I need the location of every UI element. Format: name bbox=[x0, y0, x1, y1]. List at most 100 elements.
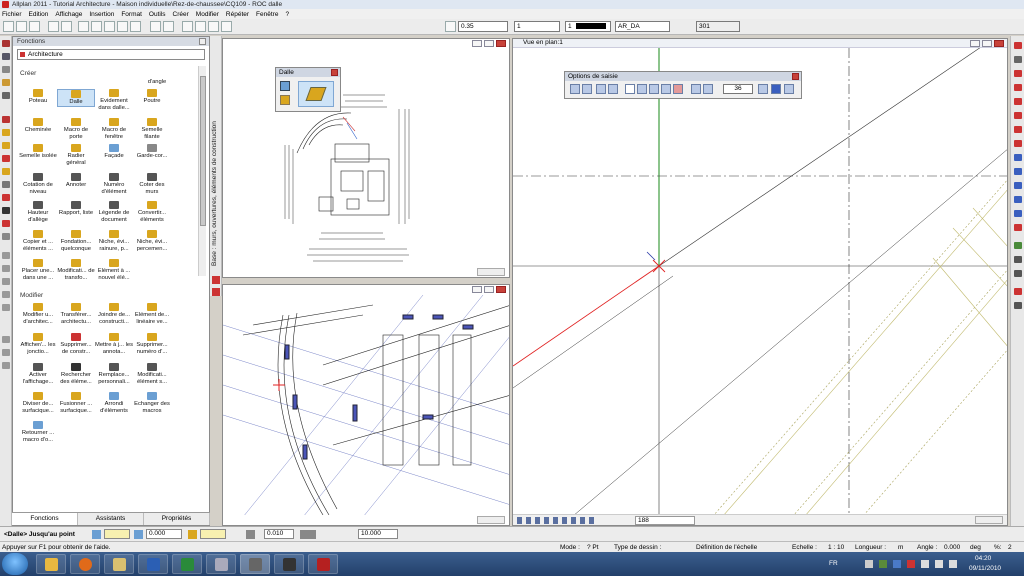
right-tool-2-icon[interactable] bbox=[1014, 56, 1022, 63]
object-manager-icon[interactable] bbox=[208, 21, 219, 32]
taskbar-acrobat[interactable] bbox=[308, 554, 338, 574]
tool-c-icon[interactable] bbox=[2, 362, 10, 369]
function-remplacer[interactable]: Remplace... personnali... bbox=[95, 363, 133, 386]
paste-icon[interactable] bbox=[104, 21, 115, 32]
function-echanger-macros[interactable]: Echanger des macros bbox=[133, 392, 171, 415]
right-tool-7-icon[interactable] bbox=[1014, 126, 1022, 133]
check-icon[interactable] bbox=[625, 84, 635, 94]
close-icon[interactable] bbox=[994, 40, 1004, 47]
tab-fonctions[interactable]: Fonctions bbox=[12, 513, 78, 525]
menu-insertion[interactable]: Insertion bbox=[89, 11, 114, 18]
options-help-icon[interactable] bbox=[784, 84, 794, 94]
slab-shape-button[interactable] bbox=[298, 81, 334, 107]
function-modif-element[interactable]: Modificati... élément s... bbox=[133, 363, 171, 386]
menu-affichage[interactable]: Affichage bbox=[55, 11, 82, 18]
panel-close-icon[interactable] bbox=[199, 38, 206, 45]
dz-icon[interactable] bbox=[188, 530, 197, 539]
delete-x-icon[interactable] bbox=[1014, 224, 1022, 231]
pen-select[interactable]: 0.35 bbox=[458, 21, 508, 32]
maximize-icon[interactable] bbox=[484, 286, 494, 293]
status-scale-value[interactable]: 1 : 10 bbox=[828, 543, 844, 552]
parallel-icon[interactable] bbox=[649, 84, 659, 94]
scrollbar-thumb[interactable] bbox=[200, 76, 206, 226]
dy-icon[interactable] bbox=[134, 530, 143, 539]
function-afficher-jonctions[interactable]: Afficher/... les jonctio... bbox=[19, 333, 57, 356]
right-tool-12-icon[interactable] bbox=[1014, 196, 1022, 203]
function-annoter[interactable]: Annoter bbox=[57, 173, 95, 189]
function-semelle-isolee[interactable]: Semelle isolée bbox=[19, 144, 57, 160]
line-snap-icon[interactable] bbox=[637, 84, 647, 94]
side-tab-icon-b[interactable] bbox=[212, 288, 220, 296]
taskbar-media[interactable] bbox=[274, 554, 304, 574]
right-tool-13-icon[interactable] bbox=[1014, 210, 1022, 217]
roof-icon[interactable] bbox=[2, 181, 10, 188]
zoom-tool-icons[interactable] bbox=[517, 517, 597, 524]
taskbar-app[interactable] bbox=[206, 554, 236, 574]
minus-icon[interactable] bbox=[608, 84, 618, 94]
function-cheminee[interactable]: Cheminée bbox=[19, 118, 57, 134]
right-tool-4-icon[interactable] bbox=[1014, 84, 1022, 91]
taskbar-explorer[interactable] bbox=[36, 554, 66, 574]
right-tool-3-icon[interactable] bbox=[1014, 70, 1022, 77]
tray-icon-d[interactable] bbox=[907, 560, 915, 568]
measure-icon[interactable] bbox=[2, 252, 10, 259]
fileset-icon[interactable] bbox=[195, 21, 206, 32]
undo-icon[interactable] bbox=[150, 21, 161, 32]
dalle-close-icon[interactable] bbox=[331, 69, 338, 76]
minimize-icon[interactable] bbox=[970, 40, 980, 47]
properties-icon[interactable] bbox=[130, 21, 141, 32]
column-icon[interactable] bbox=[2, 129, 10, 136]
x-coordinate-field[interactable] bbox=[104, 529, 130, 539]
slab-icon[interactable] bbox=[2, 142, 10, 149]
right-tool-1-icon[interactable] bbox=[1014, 42, 1022, 49]
text-icon[interactable] bbox=[2, 53, 10, 60]
tray-icon-c[interactable] bbox=[893, 560, 901, 568]
value4-field[interactable]: 10.000 bbox=[358, 529, 398, 539]
slab-properties-icon[interactable] bbox=[280, 95, 290, 105]
function-niche-percement[interactable]: Niche, évi... percemen... bbox=[133, 230, 171, 253]
delta-icon[interactable] bbox=[92, 530, 101, 539]
value3-field[interactable]: 0.010 bbox=[264, 529, 294, 539]
right-tool-18-icon[interactable] bbox=[1014, 302, 1022, 309]
tab-assistants[interactable]: Assistants bbox=[78, 513, 144, 525]
intersection-icon[interactable] bbox=[673, 84, 683, 94]
function-activer-affichage[interactable]: Activer l'affichage... bbox=[19, 363, 57, 386]
back-arrow-icon[interactable] bbox=[771, 84, 781, 94]
filter-icon[interactable] bbox=[2, 304, 10, 311]
viewport-nav-icons[interactable] bbox=[477, 268, 505, 276]
tab-proprietes[interactable]: Propriétés bbox=[144, 513, 210, 525]
right-tool-9-icon[interactable] bbox=[1014, 154, 1022, 161]
function-convertir[interactable]: Convertir... éléments bbox=[133, 201, 171, 224]
function-cotation-niveau[interactable]: Cotation de niveau bbox=[19, 173, 57, 196]
function-placer-une[interactable]: Placer une... dans une ... bbox=[19, 259, 57, 282]
menu-repeter[interactable]: Répéter bbox=[226, 11, 249, 18]
tray-lang[interactable]: FR bbox=[829, 560, 838, 567]
function-modif-transfo[interactable]: Modificati... de transfo... bbox=[57, 259, 95, 282]
maximize-icon[interactable] bbox=[982, 40, 992, 47]
tool-1-icon[interactable] bbox=[246, 530, 255, 539]
main-plan-window[interactable]: Vue en plan:1 188 bbox=[512, 38, 1008, 526]
right-tool-16-icon[interactable] bbox=[1014, 270, 1022, 277]
taskbar-allplan[interactable] bbox=[240, 554, 270, 574]
side-tab-base[interactable]: Base : murs, ouvertures, éléments de con… bbox=[211, 66, 221, 266]
function-element-lineaire[interactable]: Elément de... linéaire ve... bbox=[133, 303, 171, 326]
function-coter-murs[interactable]: Coter des murs bbox=[133, 173, 171, 196]
minimize-icon[interactable] bbox=[472, 286, 482, 293]
open-file-icon[interactable] bbox=[16, 21, 27, 32]
preview-icon[interactable] bbox=[61, 21, 72, 32]
layout-icon[interactable] bbox=[2, 233, 10, 240]
tray-icon-a[interactable] bbox=[865, 560, 873, 568]
function-dalle[interactable]: Dalle bbox=[57, 89, 95, 107]
right-tool-6-icon[interactable] bbox=[1014, 112, 1022, 119]
point-mode-icon[interactable] bbox=[691, 84, 701, 94]
function-element-nouvel[interactable]: Elément à ... nouvel élé... bbox=[95, 259, 133, 282]
function-legende[interactable]: Légende de document bbox=[95, 201, 133, 224]
menu-creer[interactable]: Créer bbox=[173, 11, 189, 18]
right-tool-5-icon[interactable] bbox=[1014, 98, 1022, 105]
line-tool-icon[interactable] bbox=[2, 66, 10, 73]
function-garde-corps[interactable]: Garde-cor... bbox=[133, 144, 171, 160]
function-rapport[interactable]: Rapport, liste bbox=[57, 201, 95, 217]
options-close-icon[interactable] bbox=[792, 73, 799, 80]
function-supprimer-numero[interactable]: Supprimer... numéro d'... bbox=[133, 333, 171, 356]
menu-outils[interactable]: Outils bbox=[149, 11, 166, 18]
